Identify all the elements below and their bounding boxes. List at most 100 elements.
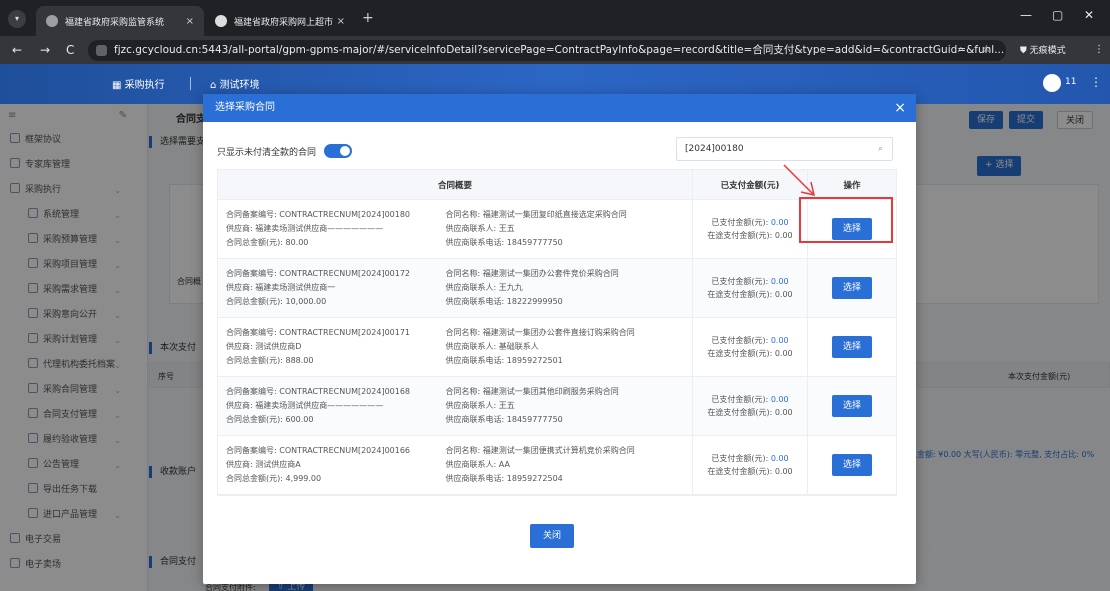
supplier-phone: 供应商联系电话: 18459777750 [445,238,563,247]
contract-search-input[interactable]: [2024]00180 ⌕ [676,137,893,161]
contract-summary-cell: 合同备案编号: CONTRACTRECNUM[2024]00168 供应商: 福建… [218,377,693,435]
summary-left: 合同备案编号: CONTRACTRECNUM[2024]00172 供应商: 福建… [226,259,446,317]
supplier: 供应商: 测试供应商D [226,342,302,351]
home-icon: ⌂ [210,80,220,91]
paid-label: 已支付金额(元): [711,454,769,463]
col-action-header: 操作 [843,180,861,191]
environment-label: ⌂ 测试环境 [210,80,260,91]
action-cell: 选择 [808,436,896,494]
browser-menu-icon[interactable]: ⋮ [1094,44,1104,55]
in-progress-amount: 在途支付金额(元): 0.00 [707,408,793,417]
paid-value: 0.00 [770,454,789,463]
reload-icon[interactable]: C [66,43,74,57]
in-progress-amount: 在途支付金额(元): 0.00 [707,231,793,240]
paid-line: 已支付金额(元): 0.00 [711,216,788,229]
supplier-contact: 供应商联系人: 王五 [445,401,515,410]
supplier: 供应商: 福建卖场测试供应商——————— [226,224,384,233]
app-menu[interactable]: ▦ 采购执行 [112,76,165,91]
summary-right: 合同名称: 福建测试一集团办公套件竞价采购合同 供应商联系人: 王九九 供应商联系电… [446,259,692,317]
tab-title: 福建省政府采购网上超市 [234,17,334,28]
select-contract-button[interactable]: 选择 [832,277,872,299]
summary-right: 合同名称: 福建测试一集团办公套件直接订购采购合同 供应商联系人: 基础联系人 供应… [446,318,692,376]
url-text: fjzc.gcycloud.cn:5443/all-portal/gpm-gpm… [114,44,1005,56]
new-tab-button[interactable]: + [362,10,374,26]
contract-name: 合同名称: 福建测试一集团复印纸直接选定采购合同 [445,210,627,219]
zoom-icon[interactable]: ⌕ [958,44,964,55]
contract-name: 合同名称: 福建测试一集团办公套件直接订购采购合同 [445,328,635,337]
supplier: 供应商: 福建卖场测试供应商一 [226,283,336,292]
star-icon[interactable]: ☆ [982,44,991,55]
close-icon[interactable]: × [894,94,906,122]
modal-header: 选择采购合同 × [203,94,916,122]
unpaid-filter: 只显示未付清全款的合同 [217,144,353,158]
action-cell: 选择 [808,318,896,376]
summary-right: 合同名称: 福建测试一集团其他印刷服务采购合同 供应商联系人: 王五供应商联系电话… [446,377,692,435]
table-row: 合同备案编号: CONTRACTRECNUM[2024]00172 供应商: 福建… [218,259,896,318]
table-row: 合同备案编号: CONTRACTRECNUM[2024]00171 供应商: 测试… [218,318,896,377]
paid-line: 已支付金额(元): 0.00 [711,334,788,347]
action-cell: 选择 [808,259,896,317]
paid-label: 已支付金额(元): [711,395,769,404]
grid-icon: ▦ [112,80,125,91]
total-amount: 合同总金额(元): 10,000.00 [226,297,327,306]
favicon-icon [215,15,227,27]
in-progress-amount: 在途支付金额(元): 0.00 [707,349,793,358]
search-icon[interactable]: ⌕ [878,138,883,160]
site-info-icon[interactable] [96,45,107,56]
url-field[interactable]: fjzc.gcycloud.cn:5443/all-portal/gpm-gpm… [88,40,1006,61]
total-amount: 合同总金额(元): 888.00 [226,356,314,365]
incognito-indicator[interactable]: ⛊ 无痕模式 [1020,43,1066,56]
contract-name: 合同名称: 福建测试一集团其他印刷服务采购合同 [445,387,619,396]
total-amount: 合同总金额(元): 600.00 [226,415,314,424]
supplier-phone: 供应商联系电话: 18959272504 [445,474,563,483]
select-contract-button[interactable]: 选择 [832,395,872,417]
avatar[interactable] [1043,74,1061,92]
in-progress-amount: 在途支付金额(元): 0.00 [707,467,793,476]
notification-count[interactable]: 11 [1065,77,1076,87]
unpaid-only-toggle[interactable] [324,144,353,158]
paid-label: 已支付金额(元): [711,336,769,345]
more-icon[interactable]: ⋮ [1090,75,1102,89]
table-row: 合同备案编号: CONTRACTRECNUM[2024]00166 供应商: 测试… [218,436,896,495]
supplier-contact: 供应商联系人: 王九九 [445,283,523,292]
paid-amount-cell: 已支付金额(元): 0.00 在途支付金额(元): 0.00 [693,377,808,435]
browser-tab-2[interactable]: 福建省政府采购网上超市 × [205,6,355,36]
contract-table: 合同概要 已支付金额(元) 操作 合同备案编号: CONTRACTRECNUM[… [217,169,897,496]
summary-left: 合同备案编号: CONTRACTRECNUM[2024]00166 供应商: 测试… [226,436,446,494]
supplier: 供应商: 测试供应商A [226,460,301,469]
paid-value: 0.00 [770,336,789,345]
header-divider [190,77,191,90]
supplier-phone: 供应商联系电话: 18959272501 [445,356,563,365]
browser-tab-1[interactable]: 福建省政府采购监管系统 × [36,6,204,36]
window-close-icon[interactable]: ✕ [1084,8,1094,22]
paid-amount-cell: 已支付金额(元): 0.00 在途支付金额(元): 0.00 [693,259,808,317]
tab-close-icon[interactable]: × [186,16,194,27]
paid-line: 已支付金额(元): 0.00 [711,452,788,465]
record-number: 合同备案编号: CONTRACTRECNUM[2024]00168 [226,387,411,396]
paid-value: 0.00 [770,218,789,227]
action-cell: 选择 [808,377,896,435]
summary-left: 合同备案编号: CONTRACTRECNUM[2024]00171 供应商: 测试… [226,318,446,376]
total-amount: 合同总金额(元): 80.00 [226,238,309,247]
incognito-icon: ⛊ [1020,46,1030,56]
forward-icon[interactable]: → [40,43,50,57]
contract-summary-cell: 合同备案编号: CONTRACTRECNUM[2024]00171 供应商: 测试… [218,318,693,376]
supplier-phone: 供应商联系电话: 18459777750 [445,415,563,424]
modal-close-button[interactable]: 关闭 [530,524,574,548]
record-number: 合同备案编号: CONTRACTRECNUM[2024]00172 [226,269,411,278]
tab-search-icon[interactable]: ▾ [8,10,26,28]
maximize-icon[interactable]: ▢ [1052,8,1063,22]
table-body: 合同备案编号: CONTRACTRECNUM[2024]00180 供应商: 福建… [218,200,896,495]
summary-left: 合同备案编号: CONTRACTRECNUM[2024]00168 供应商: 福建… [226,377,446,435]
supplier-phone: 供应商联系电话: 18222999950 [445,297,563,306]
paid-amount-cell: 已支付金额(元): 0.00 在途支付金额(元): 0.00 [693,200,808,258]
minimize-icon[interactable]: — [1020,8,1032,22]
table-row: 合同备案编号: CONTRACTRECNUM[2024]00168 供应商: 福建… [218,377,896,436]
paid-amount-cell: 已支付金额(元): 0.00 在途支付金额(元): 0.00 [693,318,808,376]
search-value: [2024]00180 [685,144,744,154]
select-contract-button[interactable]: 选择 [832,336,872,358]
back-icon[interactable]: ← [12,43,22,57]
select-contract-button[interactable]: 选择 [832,454,872,476]
tab-close-icon[interactable]: × [337,16,345,27]
tab-title: 福建省政府采购监管系统 [65,17,165,28]
